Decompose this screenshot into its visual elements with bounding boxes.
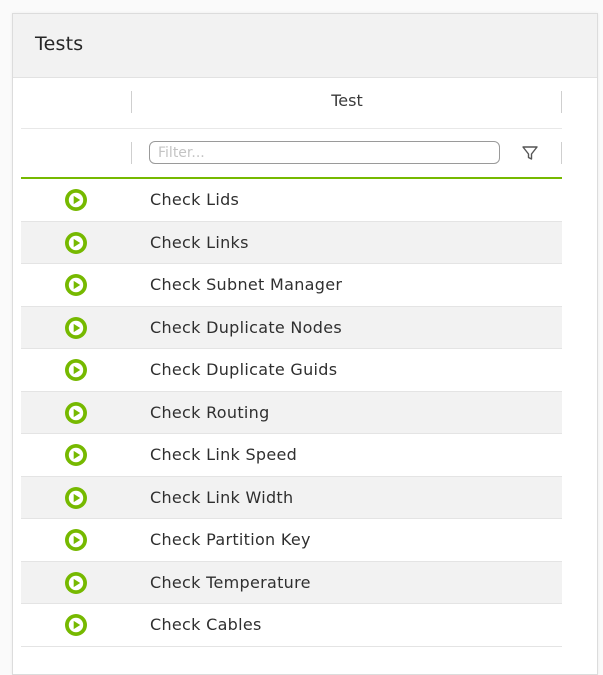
panel-title: Tests xyxy=(35,33,84,55)
test-name: Check Cables xyxy=(150,615,262,634)
play-circle-icon[interactable] xyxy=(65,231,87,254)
play-circle-icon[interactable] xyxy=(65,401,87,424)
panel-header: Tests xyxy=(13,14,597,78)
test-name: Check Link Speed xyxy=(150,445,298,464)
column-divider xyxy=(561,142,562,164)
table-row[interactable]: Check Links xyxy=(21,221,562,264)
table-row[interactable]: Check Duplicate Nodes xyxy=(21,306,562,349)
test-list: Check Lids Check Links Check Subnet Manage… xyxy=(21,179,562,647)
table-row[interactable]: Check Cables xyxy=(21,604,562,647)
play-circle-icon[interactable] xyxy=(65,359,87,381)
table-row[interactable]: Check Temperature xyxy=(21,561,562,604)
play-circle-icon[interactable] xyxy=(65,571,87,594)
test-name: Check Link Width xyxy=(150,487,294,507)
test-name: Check Subnet Manager xyxy=(150,275,343,294)
filter-row xyxy=(21,129,562,179)
test-name: Check Lids xyxy=(150,190,240,209)
play-circle-icon[interactable] xyxy=(65,189,87,211)
test-name: Check Partition Key xyxy=(150,530,311,549)
play-circle-icon[interactable] xyxy=(65,444,87,466)
test-name: Check Routing xyxy=(150,402,270,422)
play-circle-icon[interactable] xyxy=(65,316,87,339)
filter-input[interactable] xyxy=(149,141,500,164)
funnel-icon[interactable] xyxy=(521,144,539,162)
table-row[interactable]: Check Duplicate Guids xyxy=(21,349,562,392)
table-row[interactable]: Check Partition Key xyxy=(21,519,562,562)
table-header: Test xyxy=(21,78,562,129)
test-name: Check Duplicate Guids xyxy=(150,360,338,379)
test-name: Check Links xyxy=(150,232,249,252)
play-circle-icon[interactable] xyxy=(65,274,87,296)
table-row[interactable]: Check Routing xyxy=(21,391,562,434)
table-row[interactable]: Check Lids xyxy=(21,179,562,222)
table-row[interactable]: Check Link Speed xyxy=(21,434,562,477)
play-circle-icon[interactable] xyxy=(65,486,87,509)
play-circle-icon[interactable] xyxy=(65,529,87,551)
play-circle-icon[interactable] xyxy=(65,614,87,636)
test-name: Check Duplicate Nodes xyxy=(150,317,343,337)
table-row[interactable]: Check Subnet Manager xyxy=(21,264,562,307)
column-divider[interactable] xyxy=(131,91,132,113)
table-row[interactable]: Check Link Width xyxy=(21,476,562,519)
column-header-test[interactable]: Test xyxy=(152,91,542,110)
test-name: Check Temperature xyxy=(150,572,311,592)
column-divider[interactable] xyxy=(561,91,562,113)
column-divider xyxy=(131,142,132,164)
